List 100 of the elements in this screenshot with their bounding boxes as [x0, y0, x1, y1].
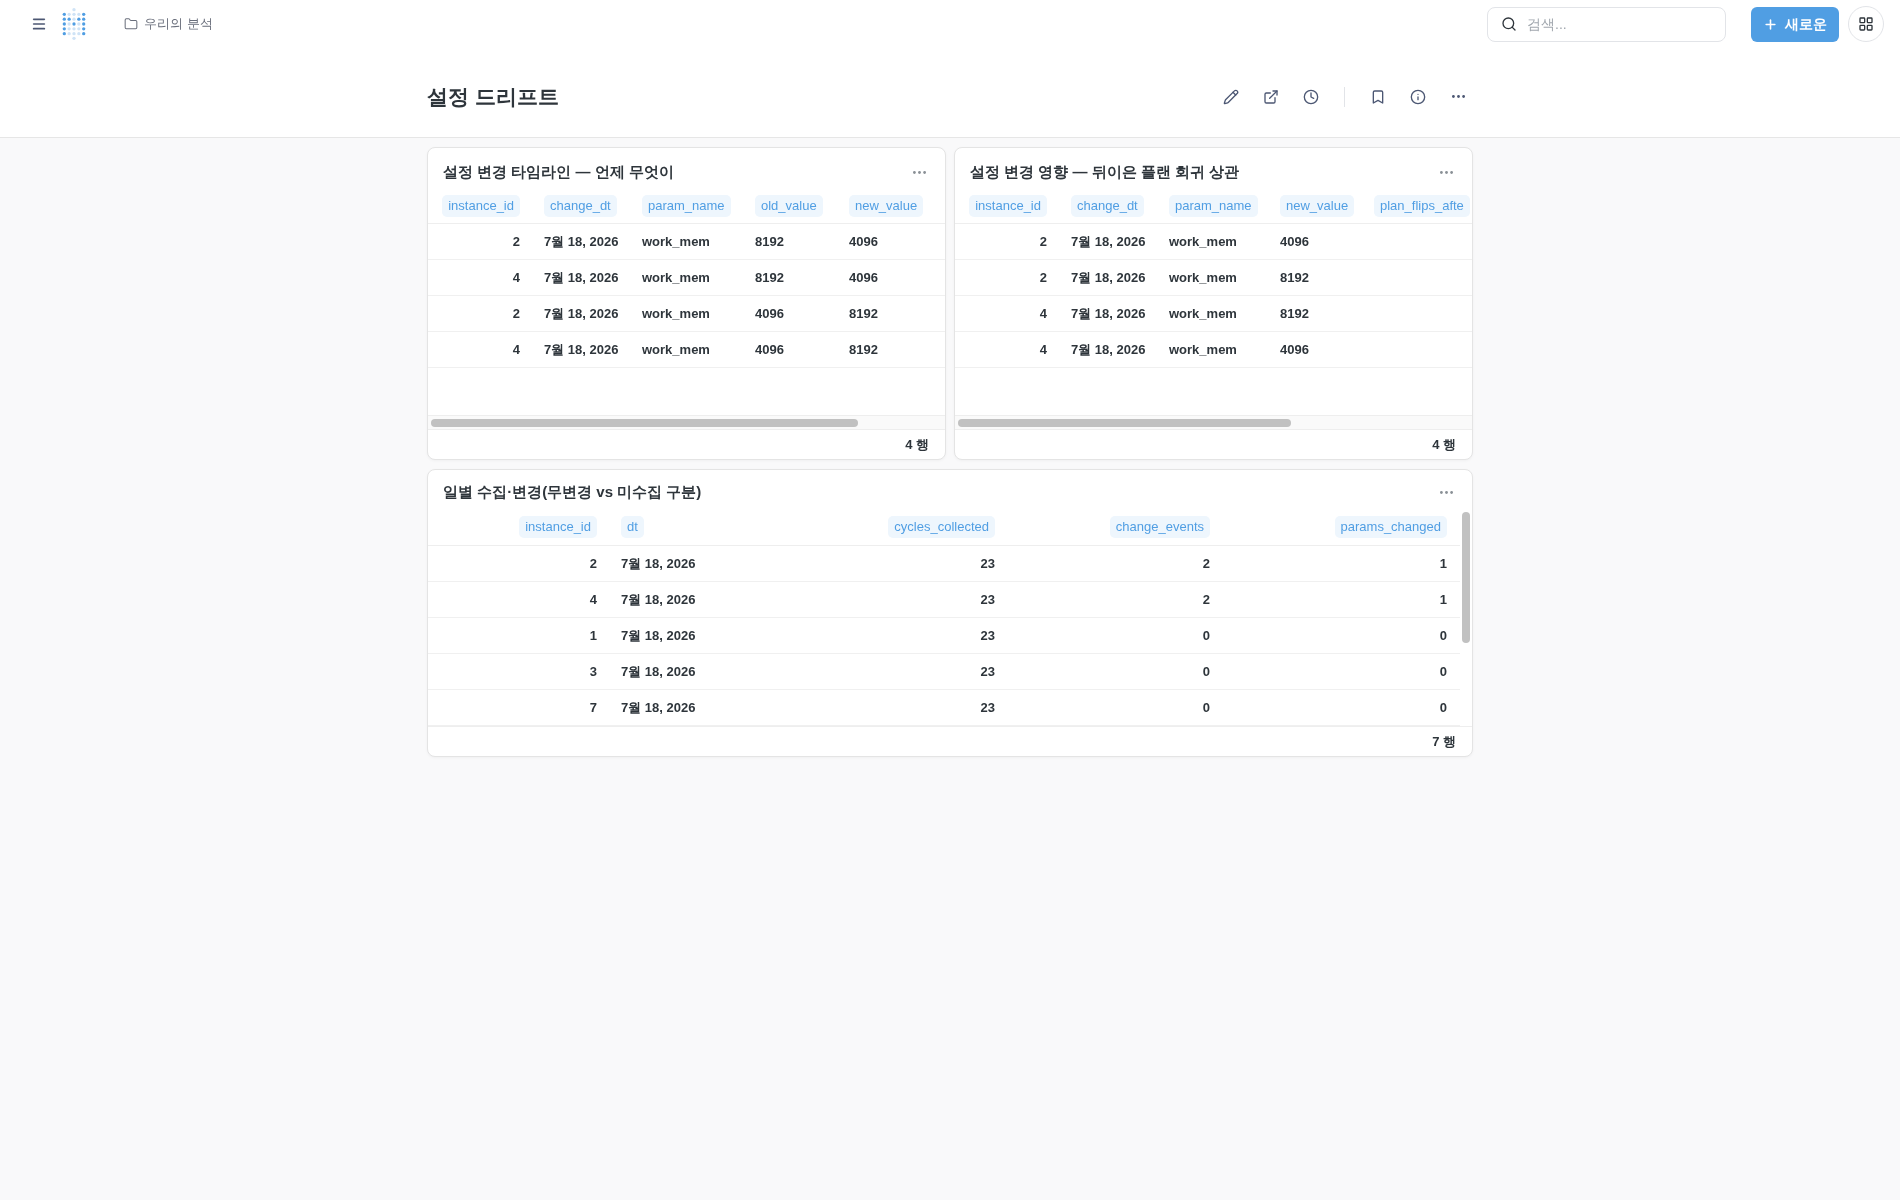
page-title: 설정 드리프트 [427, 83, 559, 110]
column-header[interactable]: change_events [1109, 515, 1210, 538]
table-cell-text: 4096 [1279, 232, 1310, 251]
table-cell-text: 0 [1438, 626, 1448, 645]
table-cell-text: 3 [588, 662, 598, 681]
column-header[interactable]: instance_id [519, 515, 597, 538]
table-cell-text: 2 [1038, 232, 1048, 251]
table-cell-text: 2 [511, 232, 521, 251]
ellipsis-icon [1439, 170, 1453, 174]
table-cell-text: 2 [1201, 590, 1211, 609]
column-header[interactable]: param_name [642, 195, 731, 217]
table-cell-text: 8192 [754, 232, 785, 251]
table-cell-text: 23 [979, 662, 996, 681]
table-cell-text: work_mem [1168, 232, 1238, 251]
table-cell-text: 7 [588, 698, 598, 717]
table-cell-text: 7월 18, 2026 [543, 232, 620, 251]
table-cell-text: 7월 18, 2026 [620, 626, 697, 645]
table-cell-text: 7월 18, 2026 [543, 304, 620, 323]
breadcrumb-link[interactable]: 우리의 분석 [124, 14, 213, 34]
column-header[interactable]: change_dt [1071, 195, 1144, 217]
table-cell-text: 0 [1438, 662, 1448, 681]
row-count: 4 행 [1432, 435, 1456, 454]
column-header[interactable]: new_value [1280, 195, 1355, 217]
row-count: 7 행 [1432, 732, 1456, 751]
new-button[interactable]: 새로운 [1751, 6, 1839, 42]
scrollbar-thumb[interactable] [431, 418, 858, 427]
table-cell-text: 2 [1038, 268, 1048, 287]
table-cell-text: 8192 [1279, 268, 1310, 287]
plus-icon [1763, 16, 1778, 32]
table-cell-text: work_mem [641, 304, 711, 323]
table-cell-text: 0 [1201, 698, 1211, 717]
row-count: 4 행 [905, 435, 929, 454]
table-cell-text: 0 [1201, 662, 1211, 681]
table-cell-text: 8192 [848, 340, 879, 359]
ellipsis-icon [912, 170, 926, 174]
table-cell-text: 23 [979, 698, 996, 717]
search-field[interactable]: 검색... [1487, 6, 1726, 42]
table-cell-text: 4 [511, 340, 521, 359]
ellipsis-icon [1439, 490, 1453, 494]
table-cell-text: 7월 18, 2026 [543, 340, 620, 359]
table-cell-text: 2 [588, 554, 598, 573]
table-cell-text: 4 [1038, 340, 1048, 359]
table-cell-text: work_mem [1168, 340, 1238, 359]
table-cell-text: work_mem [1168, 304, 1238, 323]
table-cell-text: 4 [588, 590, 598, 609]
scrollbar-thumb[interactable] [958, 418, 1291, 427]
table-cell-text: 1 [588, 626, 598, 645]
table-cell-text: 23 [979, 626, 996, 645]
card-title: 설정 변경 타임라인 — 언제 무엇이 [443, 162, 674, 182]
logo-icon[interactable] [62, 8, 86, 40]
table-cell-text: 1 [1438, 590, 1448, 609]
table-cell-text: 7월 18, 2026 [620, 662, 697, 681]
ellipsis-icon [1451, 95, 1465, 98]
table-cell-text: 4096 [754, 340, 785, 359]
pencil-icon [1223, 88, 1239, 105]
column-header[interactable]: dt [621, 515, 644, 538]
table-cell-text: 0 [1438, 698, 1448, 717]
table-cell-text: work_mem [1168, 268, 1238, 287]
column-header[interactable]: instance_id [969, 195, 1047, 217]
table-cell-text: 8192 [848, 304, 879, 323]
table-cell-text: 4096 [1279, 340, 1310, 359]
column-header[interactable]: params_changed [1334, 515, 1447, 538]
table-cell-text: 23 [979, 554, 996, 573]
table-cell-text: 4096 [848, 232, 879, 251]
table-cell-text: work_mem [641, 232, 711, 251]
table-cell-text: 23 [979, 590, 996, 609]
column-header[interactable]: instance_id [442, 195, 520, 217]
clock-icon [1303, 88, 1319, 105]
table-cell-text: 2 [511, 304, 521, 323]
apps-button[interactable] [1848, 6, 1884, 42]
table-cell-text: 4096 [754, 304, 785, 323]
table-cell-text: 7월 18, 2026 [620, 554, 697, 573]
table-cell-text: 4 [1038, 304, 1048, 323]
table-cell-text: 0 [1201, 626, 1211, 645]
table-cell-text: work_mem [641, 268, 711, 287]
table-cell-text: 7월 18, 2026 [620, 698, 697, 717]
grid-icon [1858, 16, 1874, 32]
card-title: 설정 변경 영향 — 뒤이은 플랜 회귀 상관 [970, 162, 1240, 182]
info-icon [1410, 88, 1426, 105]
table-cell-text: 8192 [754, 268, 785, 287]
column-header[interactable]: param_name [1169, 195, 1258, 217]
table-cell-text: work_mem [641, 340, 711, 359]
table-cell-text: 7월 18, 2026 [1070, 340, 1147, 359]
table-cell-text: 7월 18, 2026 [1070, 232, 1147, 251]
column-header[interactable]: plan_flips_afte [1374, 195, 1470, 217]
column-header[interactable]: cycles_collected [888, 515, 995, 538]
column-header[interactable]: old_value [755, 195, 823, 217]
column-header[interactable]: change_dt [544, 195, 617, 217]
table-cell-text: 4 [511, 268, 521, 287]
table-cell-text: 7월 18, 2026 [1070, 268, 1147, 287]
table-cell-text: 2 [1201, 554, 1211, 573]
folder-icon [124, 17, 138, 31]
table-cell-text: 8192 [1279, 304, 1310, 323]
column-header[interactable]: new_value [849, 195, 924, 217]
table-cell-text: 7월 18, 2026 [1070, 304, 1147, 323]
scrollbar-thumb[interactable] [1462, 512, 1470, 643]
menu-icon [31, 16, 47, 32]
table-cell-text: 7월 18, 2026 [543, 268, 620, 287]
bookmark-icon [1370, 88, 1386, 105]
search-icon [1501, 16, 1517, 32]
